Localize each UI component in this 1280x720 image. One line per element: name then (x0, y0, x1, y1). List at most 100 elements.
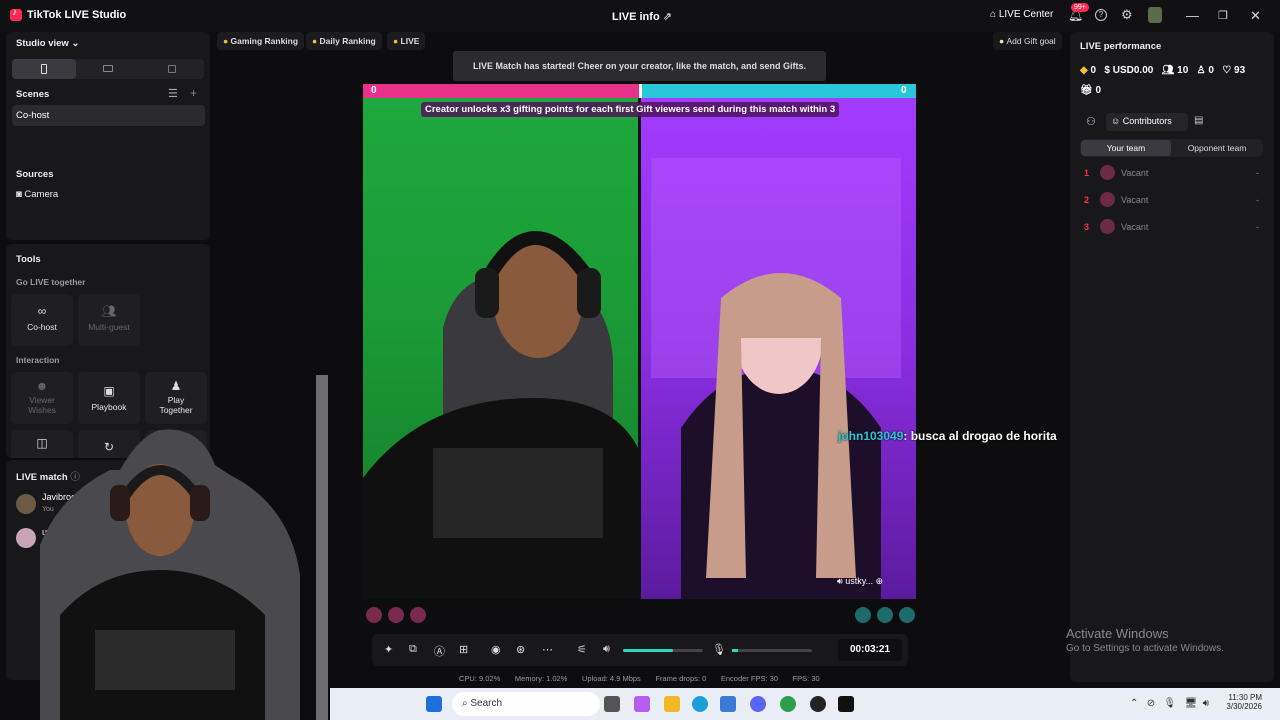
layers-icon (168, 65, 176, 73)
add-gift-goal-label: Add Gift goal (1006, 36, 1056, 46)
task-view-icon[interactable] (604, 696, 620, 712)
volume-slider[interactable] (623, 649, 703, 652)
restore-icon[interactable]: ❐ (1218, 9, 1228, 22)
multi-guest-icon: 👥︎ (101, 304, 117, 318)
add-media-icon[interactable]: ⊞ (459, 643, 468, 656)
chrome-icon[interactable] (780, 696, 796, 712)
help-icon[interactable]: ? (1095, 9, 1107, 21)
tiktok-logo-icon (10, 7, 22, 21)
app-icon[interactable] (810, 696, 826, 712)
seat-icon[interactable] (855, 607, 871, 623)
cpu-stat: CPU: 9.02% (459, 674, 501, 683)
encoder-fps-stat: Encoder FPS: 30 (720, 674, 778, 683)
microphone-icon[interactable]: 🎙︎ (712, 643, 726, 656)
discord-icon[interactable] (750, 696, 766, 712)
volume-icon[interactable]: 🔊︎ (603, 643, 610, 656)
live-icon: ● (393, 36, 399, 46)
mic-fill (732, 649, 738, 652)
stats-row: CPU: 9.02% Memory: 1.02% Upload: 4.9 Mbp… (459, 674, 820, 683)
performance-stats: ◆ 0 $ USD0.00 👥︎ 10 ♙ 0 ♡ 93 (1080, 65, 1245, 76)
start-icon[interactable] (426, 696, 442, 712)
match-started-toast: LIVE Match has started! Cheer on your cr… (453, 51, 826, 81)
portrait-view-button[interactable] (12, 59, 76, 79)
webcam-overlay (0, 375, 330, 720)
seat-icon[interactable] (877, 607, 893, 623)
opponent-video: 🔊︎ ustky... ⊕ (641, 98, 916, 599)
rank-number: 3 (1084, 222, 1090, 232)
title-bar: TikTok LIVE Studio LIVE info ⇗ ⌂ LIVE Ce… (0, 0, 1280, 32)
opponent-name-tag[interactable]: 🔊︎ ustky... ⊕ (837, 576, 883, 587)
seat-icon[interactable] (410, 607, 426, 623)
gaming-ranking-label: Gaming Ranking (230, 36, 299, 46)
medal-icon: ● (312, 36, 318, 46)
capture-icon[interactable]: ⊛ (516, 643, 525, 656)
gifting-banner: Creator unlocks x3 gifting points for ea… (421, 102, 840, 117)
settings-gear-icon[interactable]: ⚙ (1121, 7, 1133, 23)
match-score-bar: 0 0 (363, 84, 916, 98)
like-count: 93 (1234, 65, 1246, 76)
close-icon[interactable]: ✕ (1250, 8, 1261, 24)
dollar-icon: $ (1104, 65, 1110, 76)
your-team-tab[interactable]: Your team (1081, 140, 1171, 156)
magic-wand-icon[interactable]: ✦ (384, 643, 393, 656)
contributors-label: Contributors (1122, 116, 1172, 126)
opponent-team-tab[interactable]: Opponent team (1172, 140, 1262, 156)
co-host-tool-button[interactable]: ∞ Co-host (11, 294, 73, 346)
user-settings-icon[interactable]: ⚇ (1086, 115, 1096, 128)
phone-icon (41, 64, 47, 74)
seat-icon[interactable] (899, 607, 915, 623)
app-title: TikTok LIVE Studio (10, 7, 126, 21)
copilot-icon[interactable] (634, 696, 650, 712)
ai-icon[interactable]: Ⓐ (434, 643, 445, 659)
add-scene-icon[interactable]: + (190, 86, 197, 100)
list-icon[interactable]: ☰ (168, 87, 178, 100)
contributors-tab[interactable]: ☺ Contributors (1106, 113, 1188, 131)
taskbar-search[interactable]: ⌕ Search (452, 692, 600, 716)
tiktok-live-studio-taskbar-icon[interactable] (838, 696, 854, 712)
vacant-seat-icon (1100, 219, 1115, 234)
clock-date: 3/30/2026 (1226, 702, 1262, 711)
landscape-view-button[interactable] (76, 59, 140, 79)
edge-icon[interactable] (692, 696, 708, 712)
link-icon: ∞ (37, 304, 47, 318)
live-info-button[interactable]: LIVE info ⇗ (612, 10, 672, 23)
live-button[interactable]: ● LIVE (387, 32, 426, 50)
multi-view-button[interactable] (140, 59, 204, 79)
store-icon[interactable] (720, 696, 736, 712)
live-timer: 00:03:21 (838, 639, 902, 661)
daily-ranking-button[interactable]: ● Daily Ranking (306, 32, 382, 50)
gift-count: 0 (1095, 85, 1102, 96)
scene-item-co-host[interactable]: Co-host (12, 105, 205, 126)
minimize-icon[interactable]: — (1186, 8, 1199, 23)
interaction-label: Interaction (16, 355, 60, 365)
live-center-button[interactable]: ⌂ LIVE Center (990, 9, 1053, 20)
viewer-count: 10 (1177, 65, 1189, 76)
source-item-camera[interactable]: ◙ Camera (16, 189, 58, 200)
follow-icon: ♙ (1196, 65, 1206, 76)
viewers-icon: 👥︎ (1161, 65, 1175, 76)
mic-slider[interactable] (732, 649, 812, 652)
sliders-icon[interactable]: ⚟ (577, 643, 587, 656)
seat-icon[interactable] (388, 607, 404, 623)
profile-avatar[interactable] (1148, 7, 1162, 23)
effects-icon[interactable]: ⧉ (409, 643, 417, 656)
taskbar-clock[interactable]: 11:30 PM 3/30/2026 (1226, 693, 1262, 711)
multi-guest-tool-button[interactable]: 👥︎ Multi-guest (78, 294, 140, 346)
file-explorer-icon[interactable] (664, 696, 680, 712)
add-gift-goal-button[interactable]: ● Add Gift goal (993, 32, 1062, 50)
studio-view-dropdown[interactable]: Studio view ⌄ (16, 38, 79, 49)
record-icon[interactable]: ◉ (491, 643, 501, 656)
multi-guest-tool-label: Multi-guest (88, 322, 130, 332)
left-score-fill (363, 84, 640, 98)
system-tray-icons[interactable]: ⌃ ⊘ 🎙︎ 🖥︎ 🔊︎ (1130, 698, 1209, 709)
score-divider (639, 84, 642, 98)
diamond-icon: ◆ (1080, 65, 1088, 76)
speaker-icon: 🔊︎ (837, 576, 843, 586)
chat-text: : busca al drogao de horita (903, 429, 1057, 443)
seat-icon[interactable] (366, 607, 382, 623)
gaming-ranking-button[interactable]: ● Gaming Ranking (217, 32, 305, 50)
more-icon[interactable]: ⋯ (542, 643, 553, 656)
camera-icon: ◙ (16, 189, 22, 200)
document-icon[interactable]: ▤ (1194, 115, 1203, 126)
rank-number: 2 (1084, 195, 1090, 205)
